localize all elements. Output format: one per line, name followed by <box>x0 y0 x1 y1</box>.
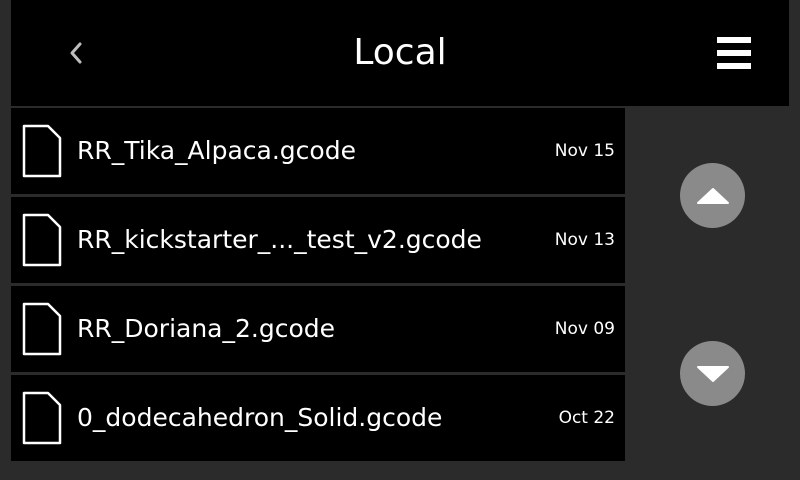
arrow-down-icon <box>696 365 729 382</box>
file-date: Oct 22 <box>558 408 615 428</box>
scroll-up-button[interactable] <box>680 163 745 228</box>
file-list: RR_Tika_Alpaca.gcode Nov 15 RR_kickstart… <box>11 108 625 461</box>
file-icon <box>22 124 62 178</box>
page-title: Local <box>353 32 447 73</box>
file-icon <box>22 213 62 267</box>
chevron-left-icon <box>70 42 82 64</box>
file-date: Nov 13 <box>554 230 615 250</box>
menu-button[interactable] <box>707 30 761 76</box>
file-list-item[interactable]: RR_Tika_Alpaca.gcode Nov 15 <box>11 108 625 194</box>
back-button[interactable] <box>51 28 101 78</box>
hamburger-menu-icon <box>717 37 751 69</box>
file-name: RR_Doriana_2.gcode <box>77 314 336 343</box>
file-list-item[interactable]: 0_dodecahedron_Solid.gcode Oct 22 <box>11 375 625 461</box>
header-bar: Local <box>11 0 789 106</box>
scroll-down-button[interactable] <box>680 341 745 406</box>
file-list-item[interactable]: RR_Doriana_2.gcode Nov 09 <box>11 286 625 372</box>
file-date: Nov 15 <box>554 141 615 161</box>
file-icon <box>22 302 62 356</box>
arrow-up-icon <box>696 187 729 204</box>
file-list-item[interactable]: RR_kickstarter_..._test_v2.gcode Nov 13 <box>11 197 625 283</box>
file-name: RR_kickstarter_..._test_v2.gcode <box>77 225 482 254</box>
file-name: 0_dodecahedron_Solid.gcode <box>77 403 443 432</box>
file-name: RR_Tika_Alpaca.gcode <box>77 136 356 165</box>
file-date: Nov 09 <box>554 319 615 339</box>
file-icon <box>22 391 62 445</box>
